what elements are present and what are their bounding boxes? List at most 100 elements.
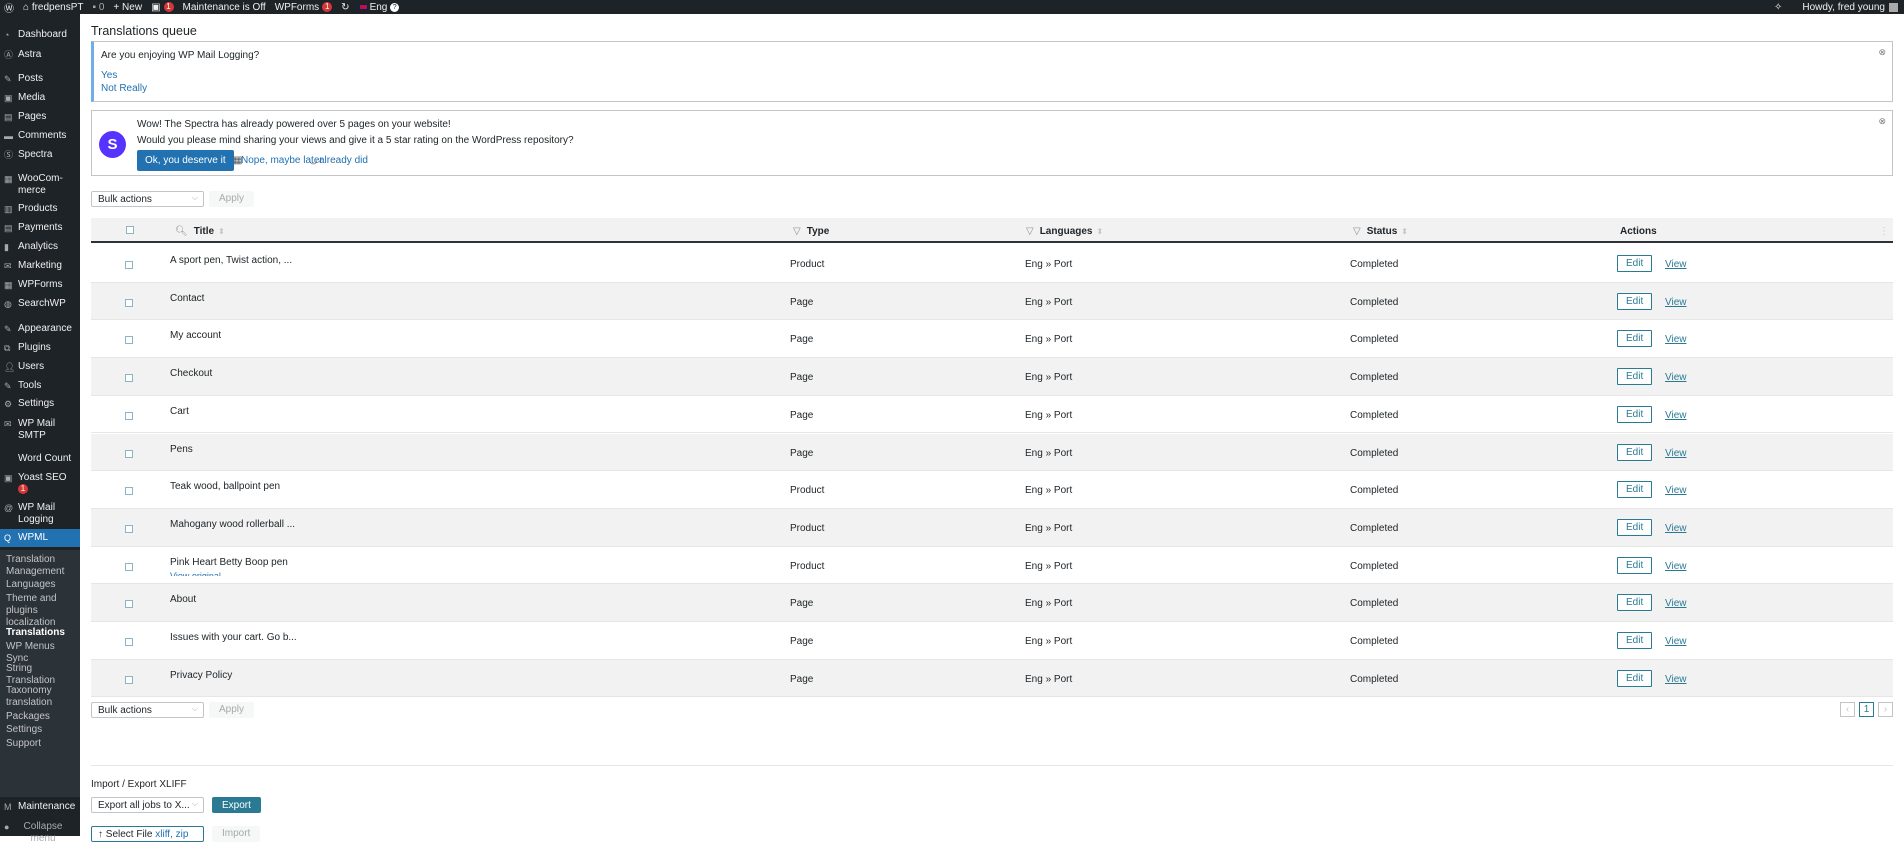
sidebar-item-tools[interactable]: ✎ Tools <box>0 380 80 392</box>
search-icon[interactable]: 🔍︎ <box>175 226 188 237</box>
sidebar-item-collapse-menu[interactable]: ● Collapse menu <box>0 821 80 845</box>
status-header[interactable]: ▽ Status ⬍ <box>1353 226 1408 237</box>
view-original-link[interactable]: View original <box>170 571 221 576</box>
sidebar-item-astra[interactable]: Ⓐ Astra <box>0 49 80 61</box>
row-checkbox[interactable] <box>125 600 133 609</box>
ok-deserve-button[interactable]: Ok, you deserve it <box>137 150 234 171</box>
row-checkbox[interactable] <box>125 411 133 420</box>
edit-button[interactable]: Edit <box>1617 368 1653 386</box>
not-really-link[interactable]: Not Really <box>101 83 147 94</box>
row-title[interactable]: Pink Heart Betty Boop pen <box>170 557 288 568</box>
view-link[interactable]: View <box>1665 485 1687 496</box>
sidebar-item-comments[interactable]: ▬ Comments <box>0 130 80 142</box>
current-page[interactable]: 1 <box>1859 702 1874 717</box>
view-link[interactable]: View <box>1665 297 1687 308</box>
language-switcher[interactable]: Eng ? <box>358 2 400 13</box>
sidebar-item-maintenance[interactable]: M Maintenance <box>0 801 80 813</box>
edit-button[interactable]: Edit <box>1617 518 1653 536</box>
edit-button[interactable]: Edit <box>1617 556 1653 574</box>
view-link[interactable]: View <box>1665 523 1687 534</box>
row-title[interactable]: Contact <box>170 293 204 304</box>
prev-page-button[interactable]: ‹ <box>1840 702 1855 717</box>
comments-link[interactable]: ▪ 0 <box>93 2 105 13</box>
submenu-wp-menus-sync[interactable]: WP Menus Sync <box>6 641 68 665</box>
edit-button[interactable]: Edit <box>1617 669 1653 687</box>
submenu-theme-and-plugins-localization[interactable]: Theme and plugins localization <box>6 593 68 629</box>
dismiss-icon[interactable]: ⊗ <box>1878 116 1886 127</box>
row-checkbox[interactable] <box>125 524 133 533</box>
sidebar-item-dashboard[interactable]: ◔ Dashboard <box>0 29 80 41</box>
select-all-checkbox[interactable] <box>126 226 134 234</box>
apply-button-bottom[interactable]: Apply <box>209 702 255 718</box>
sort-icon[interactable]: ⬍ <box>218 227 225 236</box>
maintenance-link[interactable]: Maintenance is Off <box>183 2 266 13</box>
row-title[interactable]: About <box>170 594 196 605</box>
sidebar-item-wpforms[interactable]: ▦ WPForms <box>0 279 80 291</box>
row-title[interactable]: Mahogany wood rollerball ... <box>170 519 295 530</box>
row-title[interactable]: A sport pen, Twist action, ... <box>170 255 292 266</box>
column-options-icon[interactable]: ⋮ <box>1879 226 1889 237</box>
sidebar-item-media[interactable]: ▣ Media <box>0 92 80 104</box>
filter-icon[interactable]: ▽ <box>793 226 801 237</box>
dismiss-icon[interactable]: ⊗ <box>1878 47 1886 58</box>
edit-button[interactable]: Edit <box>1617 594 1653 612</box>
submenu-packages[interactable]: Packages <box>6 711 68 723</box>
submenu-settings[interactable]: Settings <box>6 724 68 736</box>
edit-button[interactable]: Edit <box>1617 443 1653 461</box>
sidebar-item-analytics[interactable]: ▮ Analytics <box>0 241 80 253</box>
sort-icon[interactable]: ⬍ <box>1097 227 1104 236</box>
sparkle-icon[interactable]: ✧ <box>1774 2 1782 13</box>
import-button[interactable]: Import <box>212 826 261 842</box>
row-title[interactable]: Privacy Policy <box>170 670 232 681</box>
edit-button[interactable]: Edit <box>1617 292 1653 310</box>
wordpress-logo-icon[interactable]: Ⓦ <box>4 0 14 15</box>
bulk-actions-select[interactable]: Bulk actions ⌵ <box>91 191 204 207</box>
edit-button[interactable]: Edit <box>1617 481 1653 499</box>
sidebar-item-settings[interactable]: ⚙ Settings <box>0 398 80 410</box>
sidebar-item-users[interactable]: 👤︎ Users <box>0 361 80 373</box>
sidebar-item-payments[interactable]: ▤ Payments <box>0 222 80 234</box>
submenu-translation-management[interactable]: Translation Management <box>6 554 68 578</box>
view-link[interactable]: View <box>1665 561 1687 572</box>
row-title[interactable]: Pens <box>170 444 193 455</box>
sidebar-item-posts[interactable]: ✎ Posts <box>0 73 80 85</box>
view-link[interactable]: View <box>1665 372 1687 383</box>
next-page-button[interactable]: › <box>1878 702 1893 717</box>
sidebar-item-wp-mail-smtp[interactable]: ✉ WP Mail SMTP <box>0 418 80 442</box>
type-header[interactable]: ▽ Type <box>793 226 829 237</box>
sidebar-item-appearance[interactable]: ✎ Appearance <box>0 323 80 335</box>
export-select[interactable]: Export all jobs to X... ⌵ <box>91 797 204 813</box>
row-checkbox[interactable] <box>125 374 133 383</box>
row-title[interactable]: My account <box>170 330 221 341</box>
title-header[interactable]: 🔍︎ Title ⬍ <box>175 226 225 237</box>
languages-header[interactable]: ▽ Languages ⬍ <box>1026 226 1103 237</box>
sidebar-item-yoast-seo[interactable]: ▣ Yoast SEO 1 <box>0 472 80 494</box>
wpforms-link[interactable]: WPForms 1 <box>275 2 333 13</box>
view-link[interactable]: View <box>1665 410 1687 421</box>
view-link[interactable]: View <box>1665 636 1687 647</box>
yes-link[interactable]: Yes <box>101 70 117 81</box>
sort-icon[interactable]: ⬍ <box>1401 227 1408 236</box>
sidebar-item-spectra[interactable]: Ⓢ Spectra <box>0 149 80 161</box>
submenu-languages[interactable]: Languages <box>6 579 68 591</box>
filter-icon[interactable]: ▽ <box>1353 226 1361 237</box>
sidebar-item-wp-mail-logging[interactable]: @ WP Mail Logging <box>0 502 80 526</box>
row-title[interactable]: Issues with your cart. Go b... <box>170 632 297 643</box>
sidebar-item-marketing[interactable]: ✉ Marketing <box>0 260 80 272</box>
yoast-link[interactable]: ▣ 1 <box>151 2 174 13</box>
site-name-link[interactable]: ⌂ fredpensPT <box>23 2 84 13</box>
bulk-actions-select-bottom[interactable]: Bulk actions ⌵ <box>91 702 204 718</box>
new-content-link[interactable]: + New <box>113 2 142 13</box>
view-link[interactable]: View <box>1665 448 1687 459</box>
edit-button[interactable]: Edit <box>1617 405 1653 423</box>
row-checkbox[interactable] <box>125 562 133 571</box>
row-checkbox[interactable] <box>125 336 133 345</box>
view-link[interactable]: View <box>1665 598 1687 609</box>
edit-button[interactable]: Edit <box>1617 255 1653 272</box>
submenu-translations[interactable]: Translations <box>6 627 68 639</box>
sidebar-item-woocom-merce[interactable]: ▦ WooCom- merce <box>0 173 80 197</box>
view-link[interactable]: View <box>1665 674 1687 685</box>
apply-button[interactable]: Apply <box>209 191 255 207</box>
edit-button[interactable]: Edit <box>1617 330 1653 348</box>
row-checkbox[interactable] <box>125 298 133 307</box>
